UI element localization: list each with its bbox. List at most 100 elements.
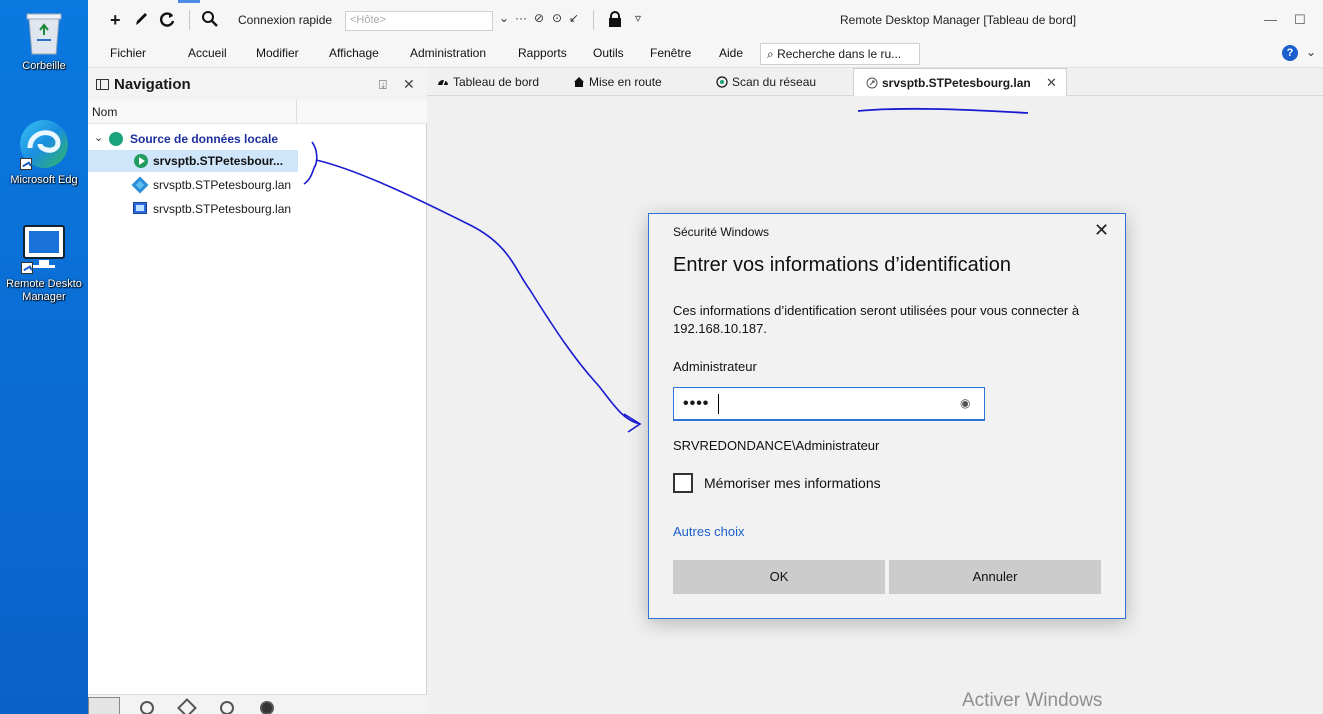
title-accent-line [178,0,200,3]
close-icon[interactable]: ✕ [1094,220,1109,241]
toolbar-separator [189,10,190,30]
play-circle-icon[interactable]: ⊙ [552,11,562,25]
navigation-header: Navigation ⍗ ✕ [88,68,427,100]
minimize-button[interactable]: — [1264,12,1277,27]
chevron-down-icon[interactable]: ⌄ [94,131,103,144]
search-icon: ⌕ [767,47,778,61]
monitor-icon [19,222,69,274]
credentials-dialog: Sécurité Windows ✕ Entrer vos informatio… [648,213,1126,619]
menu-aide[interactable]: Aide [719,46,743,60]
desktop-strip: Corbeille Microsoft Edg Remote Deskto Ma… [0,0,88,714]
remember-checkbox[interactable] [673,473,693,493]
help-icon[interactable]: ? [1282,45,1298,61]
home-icon [574,77,584,87]
desktop-icon-label: Microsoft Edg [10,174,78,186]
tab-label: Mise en route [589,75,662,89]
tab-scan-du-reseau[interactable]: Scan du réseau [712,68,842,96]
edit-icon[interactable] [133,10,149,32]
edge-browser-icon [18,118,70,170]
menu-administration[interactable]: Administration [410,46,486,60]
remote-session-icon [866,77,878,89]
tree-root-item[interactable]: ⌄ Source de données locale [88,128,427,150]
play-session-icon [134,154,148,168]
favorite-icon[interactable] [177,698,197,714]
tab-srvsptb-session[interactable]: srvsptb.STPetesbourg.lan ✕ [853,68,1067,96]
chevron-down-icon[interactable]: ⌄ [499,11,509,25]
tab-tableau-de-bord[interactable]: Tableau de bord [433,68,563,96]
menu-outils[interactable]: Outils [593,46,624,60]
menu-fenetre[interactable]: Fenêtre [650,46,691,60]
reveal-password-icon[interactable]: ◉ [960,396,970,410]
add-icon[interactable]: + [110,10,121,30]
close-icon[interactable]: ✕ [1046,75,1057,91]
tab-label: Scan du réseau [732,75,817,89]
menu-fichier[interactable]: Fichier [110,46,146,60]
chevron-down-icon[interactable]: ⌄ [1306,45,1316,59]
column-header[interactable]: Nom [88,100,427,124]
dashboard-icon [438,79,448,86]
host-input[interactable]: <Hôte> [345,11,493,31]
desktop-icon-recycle-bin[interactable]: Corbeille [0,8,88,72]
search-icon[interactable] [220,701,234,714]
toolbar-separator [593,10,594,30]
domain-user-label: SRVREDONDANCE\Administrateur [673,438,880,453]
tree-item-selected[interactable]: srvsptb.STPetesbour... [88,150,298,172]
tree-item[interactable]: srvsptb.STPetesbourg.lan [88,198,427,220]
panel-icon [96,79,109,90]
document-tabs: Tableau de bord Mise en route Scan du ré… [427,68,1323,96]
tab-mise-en-route[interactable]: Mise en route [567,68,702,96]
remember-label[interactable]: Mémoriser mes informations [704,475,881,491]
more-choices-link[interactable]: Autres choix [673,524,745,539]
pin-icon[interactable]: ⍗ [379,77,387,93]
maximize-button[interactable]: ☐ [1294,12,1306,28]
shortcut-arrow-icon [21,262,33,274]
column-divider[interactable] [296,100,297,124]
text-caret [718,394,719,414]
ok-button[interactable]: OK [673,560,885,594]
password-input[interactable]: •••• ◉ [673,387,985,421]
desktop-icon-label: Corbeille [22,60,66,72]
column-header-name: Nom [92,105,118,119]
close-icon[interactable]: ✕ [403,76,415,93]
customize-dropdown-icon[interactable]: ▿ [635,11,641,25]
navigation-bottom-bar [88,694,427,714]
datasource-icon [109,132,123,146]
menu-modifier[interactable]: Modifier [256,46,299,60]
menu-affichage[interactable]: Affichage [329,46,379,60]
dialog-description: Ces informations d’identification seront… [673,303,1080,336]
refresh-icon[interactable] [158,10,176,32]
tab-label: Tableau de bord [453,75,540,89]
menu-bar: Fichier Accueil Modifier Affichage Admin… [88,40,1323,68]
history-icon[interactable] [140,701,154,714]
title-bar: + Connexion rapide <Hôte> ⌄ ··· ⊘ ⊙ ↙ ▿ … [88,0,1323,40]
menu-accueil[interactable]: Accueil [188,46,227,60]
connect-icon[interactable]: ⊘ [534,11,544,25]
search-icon[interactable] [201,10,219,32]
lock-icon[interactable] [608,11,622,31]
menu-rapports[interactable]: Rapports [518,46,567,60]
desktop-icon-rdm[interactable]: Remote Deskto Manager [0,222,88,304]
tree-item-label: srvsptb.STPetesbour... [153,154,284,168]
more-icon[interactable]: ··· [515,11,527,25]
network-icon [131,176,149,194]
username-label: Administrateur [673,359,757,374]
shortcut-arrow-icon [20,158,32,170]
tree-item[interactable]: srvsptb.STPetesbourg.lan [88,174,427,196]
desktop-icon-label: Remote Deskto Manager [6,278,82,303]
navigation-title: Navigation [114,76,191,93]
desktop-icon-edge[interactable]: Microsoft Edg [0,118,88,186]
ribbon-search-input[interactable]: ⌕ Recherche dans le ru... [760,43,920,65]
navigation-panel: Navigation ⍗ ✕ Nom ⌄ Source de données l… [88,68,427,714]
tree-root-label: Source de données locale [130,132,279,146]
tree-item-label: srvsptb.STPetesbourg.lan [153,202,292,216]
tab-label: srvsptb.STPetesbourg.lan [882,76,1031,90]
window-title: Remote Desktop Manager [Tableau de bord] [840,13,1077,27]
recycle-bin-icon [23,8,65,56]
dialog-title: Sécurité Windows [673,225,770,239]
navigation-view-button[interactable] [88,697,120,714]
quick-connect-label: Connexion rapide [238,13,333,27]
info-icon[interactable] [260,701,274,714]
activate-windows-watermark: Activer Windows [962,690,1103,711]
pin-arrow-icon[interactable]: ↙ [569,11,579,25]
cancel-button[interactable]: Annuler [889,560,1101,594]
